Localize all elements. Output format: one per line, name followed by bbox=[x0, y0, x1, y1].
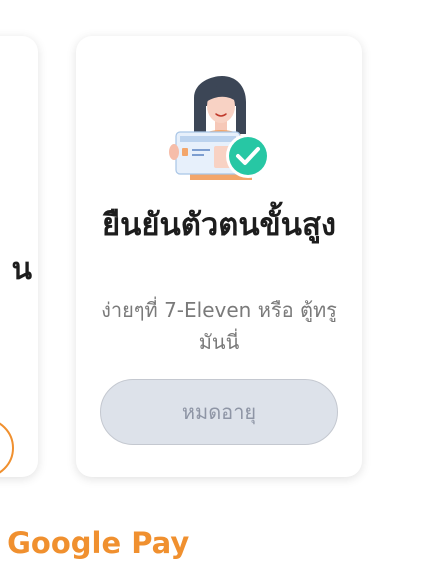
card-subtitle: ง่ายๆที่ 7-Eleven หรือ ตู้ทรูมันนี่ bbox=[101, 298, 337, 354]
google-pay-link[interactable]: ย Google Pay bbox=[0, 520, 189, 566]
person-holding-id-card-with-check-icon bbox=[169, 76, 270, 180]
previous-card-title: น bbox=[11, 252, 32, 287]
verification-cards-carousel[interactable]: น ยืนยันตัวตนขั้นสูง ง่ายๆที่ 7-Eleven ห… bbox=[0, 0, 432, 500]
previous-card[interactable]: น bbox=[0, 36, 38, 477]
expired-status-button[interactable]: หมดอายุ bbox=[100, 379, 338, 445]
card-title: ยืนยันตัวตนขั้นสูง bbox=[101, 207, 336, 243]
previous-card-button[interactable] bbox=[0, 418, 14, 477]
advanced-verification-card: ยืนยันตัวตนขั้นสูง ง่ายๆที่ 7-Eleven หรื… bbox=[76, 36, 362, 477]
